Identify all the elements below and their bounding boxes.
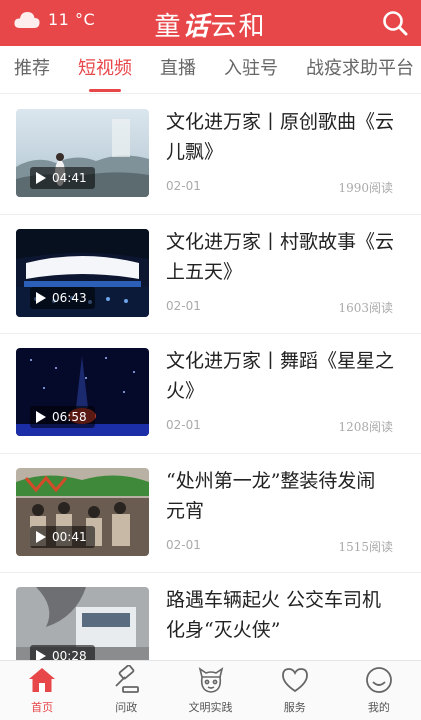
nav-mine-label: 我的: [367, 701, 390, 714]
video-thumbnail[interactable]: 04:41: [16, 109, 149, 197]
play-button[interactable]: 06:43: [30, 286, 95, 309]
app-header: 11 °C 童话云和: [0, 0, 421, 46]
mascot-icon: [196, 665, 226, 695]
brand-part-1: 童: [154, 12, 183, 42]
video-item[interactable]: 04:41 文化进万家丨原创歌曲《云儿飘》 02-01 1990阅读: [0, 95, 421, 215]
video-item[interactable]: 00:28 路遇车辆起火 公交车司机化身“灭火侠”: [0, 573, 421, 660]
play-icon: [36, 411, 46, 423]
video-list: 04:41 文化进万家丨原创歌曲《云儿飘》 02-01 1990阅读 06:43…: [0, 95, 421, 660]
tab-short-video[interactable]: 短视频: [78, 46, 132, 93]
nav-civilization-label: 文明实践: [188, 701, 233, 714]
video-title[interactable]: 文化进万家丨村歌故事《云上五天》: [166, 227, 394, 287]
nav-mine[interactable]: 我的: [337, 661, 421, 720]
tab-epidemic-help[interactable]: 战疫求助平台: [306, 46, 414, 93]
tab-accounts[interactable]: 入驻号: [224, 46, 278, 93]
video-item[interactable]: 00:41 “处州第一龙”整装待发闹元宵 02-01 1515阅读: [0, 454, 421, 573]
play-button[interactable]: 06:58: [30, 406, 95, 428]
play-icon: [36, 530, 46, 543]
app-logo: 童话云和: [0, 6, 421, 43]
nav-service-label: 服务: [283, 701, 306, 714]
nav-civilization[interactable]: 文明实践: [168, 661, 252, 720]
play-icon: [36, 650, 46, 660]
nav-home-label: 首页: [31, 701, 54, 714]
video-item[interactable]: 06:58 文化进万家丨舞蹈《星星之火》 02-01 1208阅读: [0, 334, 421, 454]
play-icon: [36, 172, 46, 184]
video-item[interactable]: 06:43 文化进万家丨村歌故事《云上五天》 02-01 1603阅读: [0, 215, 421, 334]
video-title[interactable]: 文化进万家丨舞蹈《星星之火》: [166, 346, 394, 406]
tab-recommend[interactable]: 推荐: [14, 46, 50, 93]
video-duration: 00:28: [52, 649, 87, 660]
video-thumbnail[interactable]: 00:28: [16, 587, 149, 660]
tab-live[interactable]: 直播: [160, 46, 196, 93]
nav-home[interactable]: 首页: [0, 661, 84, 720]
video-date: 02-01: [166, 298, 201, 313]
play-button[interactable]: 00:28: [30, 645, 95, 660]
play-icon: [36, 291, 46, 304]
video-duration: 06:43: [52, 290, 87, 305]
video-thumbnail[interactable]: 06:58: [16, 348, 149, 436]
video-thumbnail[interactable]: 00:41: [16, 467, 149, 556]
video-date: 02-01: [166, 179, 201, 193]
video-title[interactable]: “处州第一龙”整装待发闹元宵: [166, 466, 394, 526]
gavel-icon: [111, 664, 141, 695]
video-thumbnail[interactable]: 06:43: [16, 228, 149, 317]
video-date: 02-01: [166, 418, 201, 432]
view-count: 1603阅读: [338, 300, 393, 315]
video-duration: 00:41: [52, 529, 87, 544]
video-duration: 06:58: [52, 410, 87, 424]
category-tabs: 推荐 短视频 直播 入驻号 战疫求助平台: [0, 46, 421, 94]
heart-icon: [280, 665, 310, 695]
play-button[interactable]: 04:41: [30, 167, 95, 189]
play-button[interactable]: 00:41: [30, 525, 95, 548]
video-title[interactable]: 文化进万家丨原创歌曲《云儿飘》: [166, 107, 394, 167]
home-icon: [27, 665, 57, 695]
video-duration: 04:41: [52, 171, 87, 185]
smiley-icon: [364, 665, 394, 695]
nav-service[interactable]: 服务: [253, 661, 337, 720]
view-count: 1208阅读: [338, 420, 393, 434]
video-title[interactable]: 路遇车辆起火 公交车司机化身“灭火侠”: [166, 585, 394, 645]
view-count: 1990阅读: [338, 181, 393, 195]
search-icon[interactable]: [381, 9, 409, 37]
view-count: 1515阅读: [338, 539, 393, 554]
video-date: 02-01: [166, 537, 201, 552]
nav-inquiry[interactable]: 问政: [84, 661, 168, 720]
nav-inquiry-label: 问政: [115, 701, 138, 714]
brand-part-2: 话: [182, 12, 211, 42]
bottom-nav: 首页 问政 文明实践 服务 我的: [0, 660, 421, 720]
brand-part-3: 云和: [210, 12, 267, 42]
